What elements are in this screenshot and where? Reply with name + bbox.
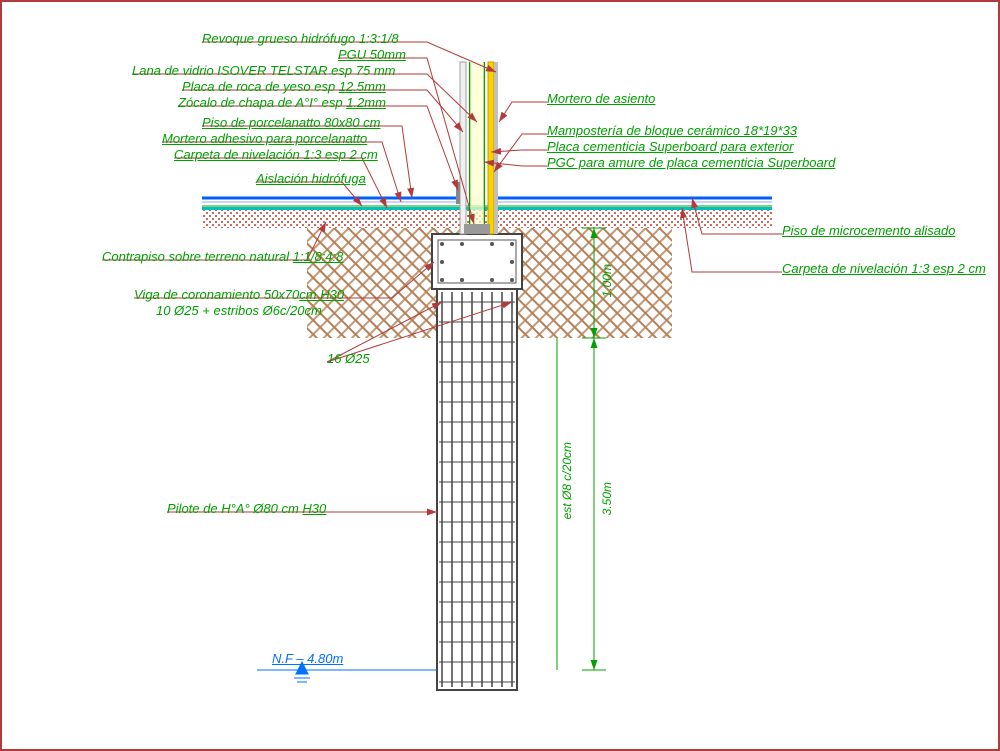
- label-mamposteria: Mampostería de bloque cerámico 18*19*33: [547, 124, 797, 138]
- label-aislacion: Aislación hidrófuga: [256, 172, 366, 186]
- label-mortero-asiento: Mortero de asiento: [547, 92, 655, 106]
- label-piso-micro: Piso de microcemento alisado: [782, 224, 955, 238]
- label-pgc: PGC para amure de placa cementicia Super…: [547, 156, 835, 170]
- dim-h-pile: 3.50m: [600, 482, 614, 515]
- label-16o25: 16 Ø25: [327, 352, 370, 366]
- wall: [460, 62, 498, 234]
- carpeta-layer: [202, 207, 772, 210]
- label-pgu: PGU 50mm: [338, 48, 406, 62]
- label-carpeta: Carpeta de nivelación 1:3 esp 2 cm: [174, 148, 378, 162]
- label-contrapiso: Contrapiso sobre terreno natural 1:1/8:4…: [102, 250, 343, 264]
- detail-drawing: Revoque grueso hidrófugo 1:3:1/8 PGU 50m…: [0, 0, 1000, 751]
- label-revoque: Revoque grueso hidrófugo 1:3:1/8: [202, 32, 399, 46]
- label-pilote: Pilote de H°A° Ø80 cm H30: [167, 502, 326, 516]
- label-zocalo: Zócalo de chapa de A°I° esp 1.2mm: [178, 96, 386, 110]
- label-viga1: Viga de coronamiento 50x70cm H30: [134, 288, 344, 302]
- pgu-track: [464, 224, 490, 234]
- label-nf: N.F – 4.80m: [272, 652, 343, 666]
- label-piso-porc: Piso de porcelanatto 80x80 cm: [202, 116, 381, 130]
- label-placa-cem: Placa cementicia Superboard para exterio…: [547, 140, 793, 154]
- label-lana: Lana de vidrio ISOVER TELSTAR esp 75 mm: [132, 64, 395, 78]
- piso-layer: [202, 198, 772, 202]
- pile: [437, 289, 517, 690]
- dim-estribo: est Ø8 c/20cm: [560, 442, 574, 519]
- drawing-svg: [2, 2, 1000, 751]
- beam: [432, 234, 522, 289]
- label-placa-yeso: Placa de roca de yeso esp 12.5mm: [182, 80, 386, 94]
- label-carpeta-d: Carpeta de nivelación 1:3 esp 2 cm: [782, 262, 986, 276]
- label-mortero-adh: Mortero adhesivo para porcelanatto: [162, 132, 367, 146]
- dim-h-top: 1.00m: [600, 264, 614, 297]
- label-viga2: 10 Ø25 + estribos Ø6c/20cm: [156, 304, 322, 318]
